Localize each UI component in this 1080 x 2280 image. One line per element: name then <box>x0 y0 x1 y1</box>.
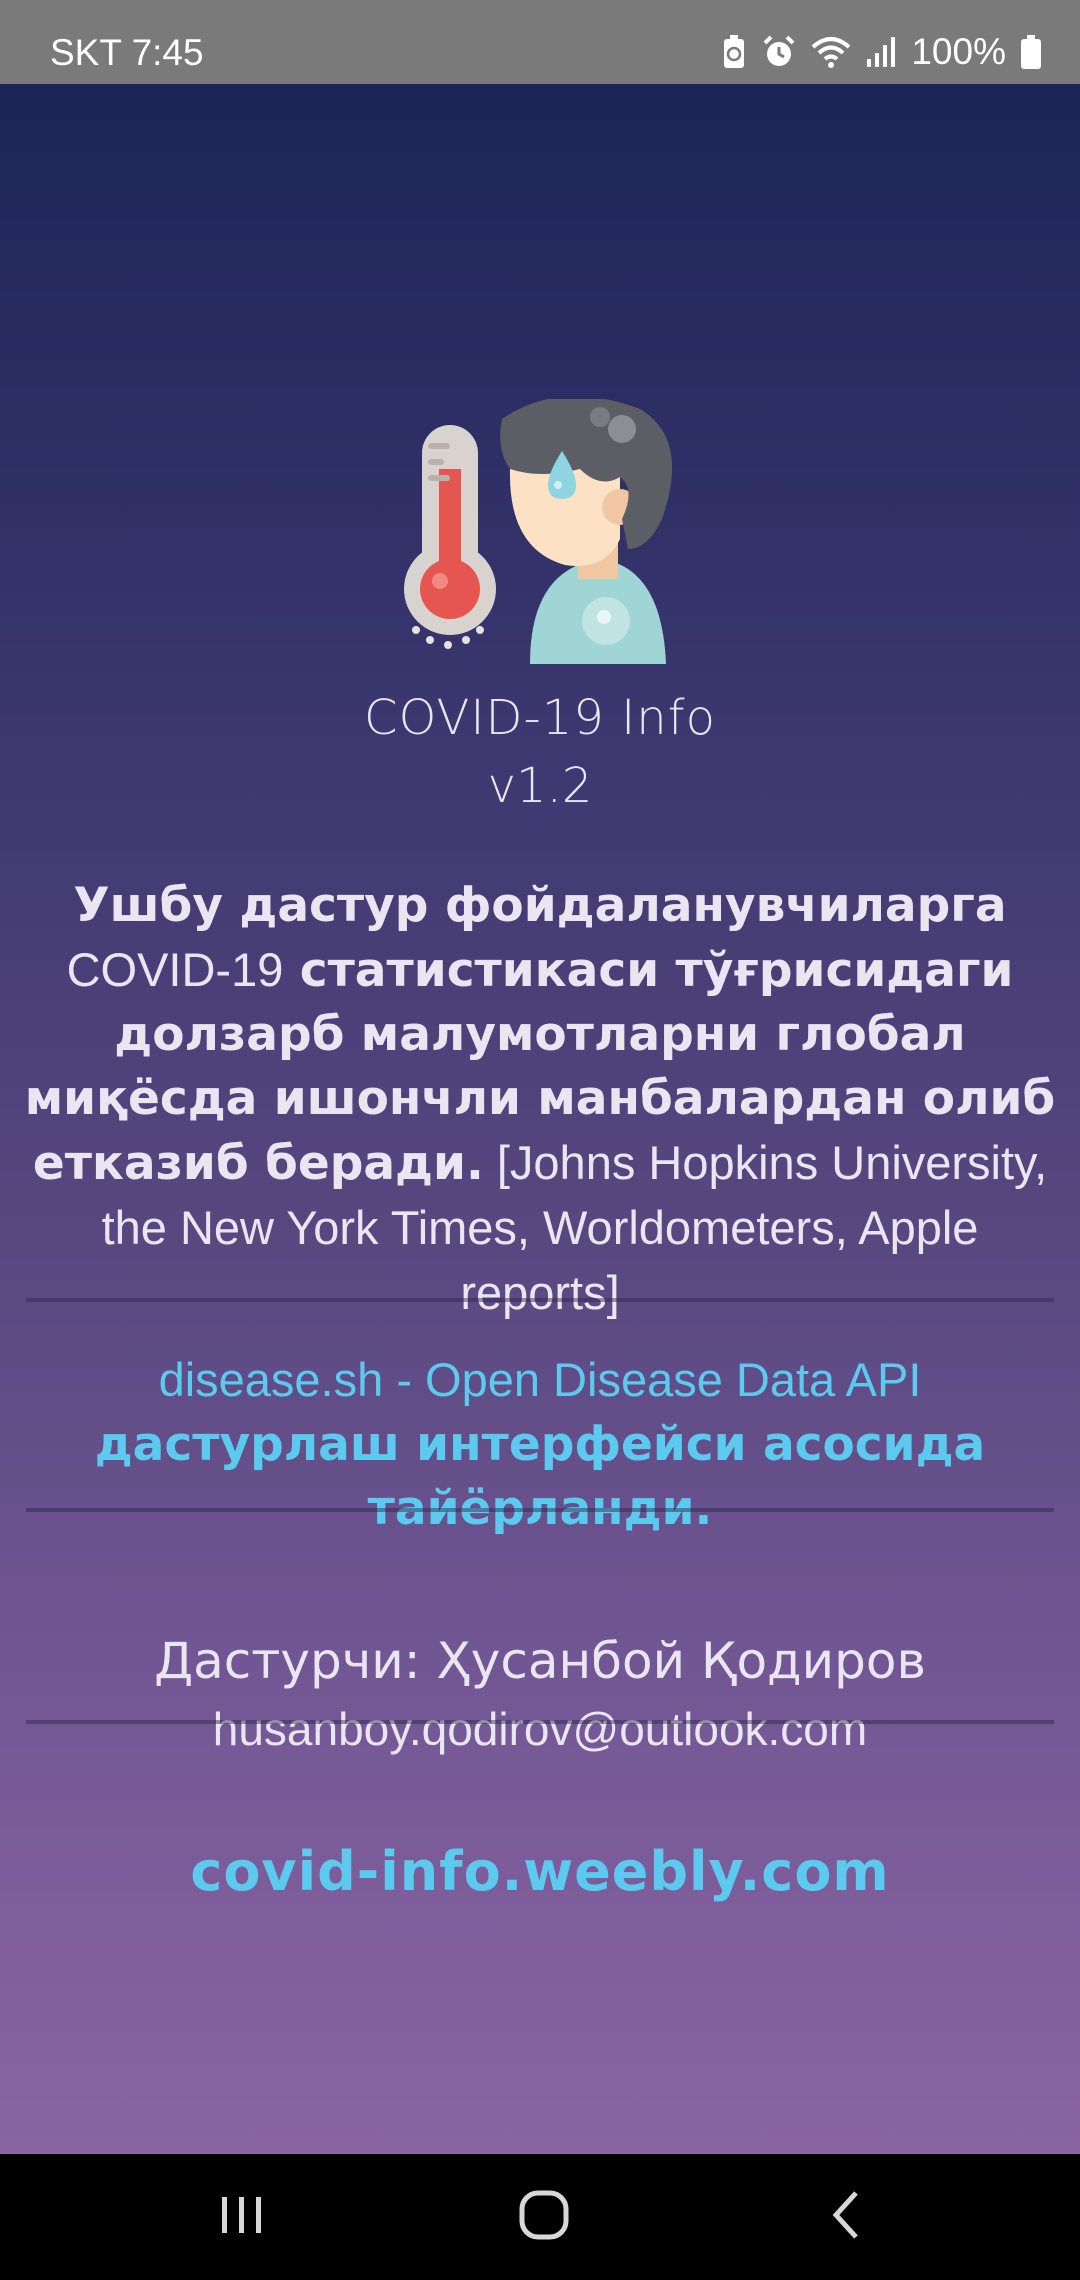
home-icon <box>518 2189 570 2245</box>
back-icon <box>828 2189 864 2245</box>
app-name: COVID-19 Info <box>364 690 716 746</box>
developer-email[interactable]: husanboy.qodirov@outlook.com <box>0 1702 1080 1756</box>
wifi-icon <box>811 35 851 69</box>
status-icons: 100% <box>707 0 1042 84</box>
app-version: v1.2 <box>487 758 593 814</box>
signal-icon <box>865 35 897 69</box>
carrier-time: SKT 7:45 <box>50 32 204 73</box>
developer-name: Дастурчи: Ҳусанбой Қодиров <box>154 1632 926 1690</box>
alarm-icon <box>761 34 797 70</box>
battery-percent: 100% <box>911 31 1006 72</box>
divider <box>26 1508 1054 1512</box>
navigation-bar <box>0 2154 1080 2280</box>
divider <box>26 1298 1054 1302</box>
api-source-link[interactable]: disease.sh - Open Disease Data API <box>159 1353 922 1406</box>
app-description: Ушбу дастур фойдаланувчиларга COVID-19 с… <box>22 874 1058 1326</box>
battery-icon <box>1020 34 1042 70</box>
thermometer-fever-icon <box>400 396 680 664</box>
description-text-1: Ушбу дастур фойдаланувчиларга <box>73 878 1007 933</box>
api-credit: disease.sh - Open Disease Data API дасту… <box>20 1348 1060 1541</box>
status-bar: SKT 7:45 100% <box>0 0 1080 84</box>
website-link[interactable]: covid-info.weebly.com <box>0 1840 1080 1903</box>
back-button[interactable] <box>756 2154 936 2280</box>
divider <box>26 1720 1054 1724</box>
api-credit-text: дастурлаш интерфейси асосида тайёрланди. <box>94 1417 986 1536</box>
description-covid: COVID-19 <box>66 943 284 996</box>
battery-saver-icon <box>721 34 747 70</box>
recent-apps-button[interactable] <box>152 2154 332 2280</box>
home-button[interactable] <box>454 2154 634 2280</box>
recent-apps-icon <box>218 2193 266 2241</box>
about-screen: COVID-19 Info v1.2 Ушбу дастур фойдалану… <box>0 84 1080 2154</box>
